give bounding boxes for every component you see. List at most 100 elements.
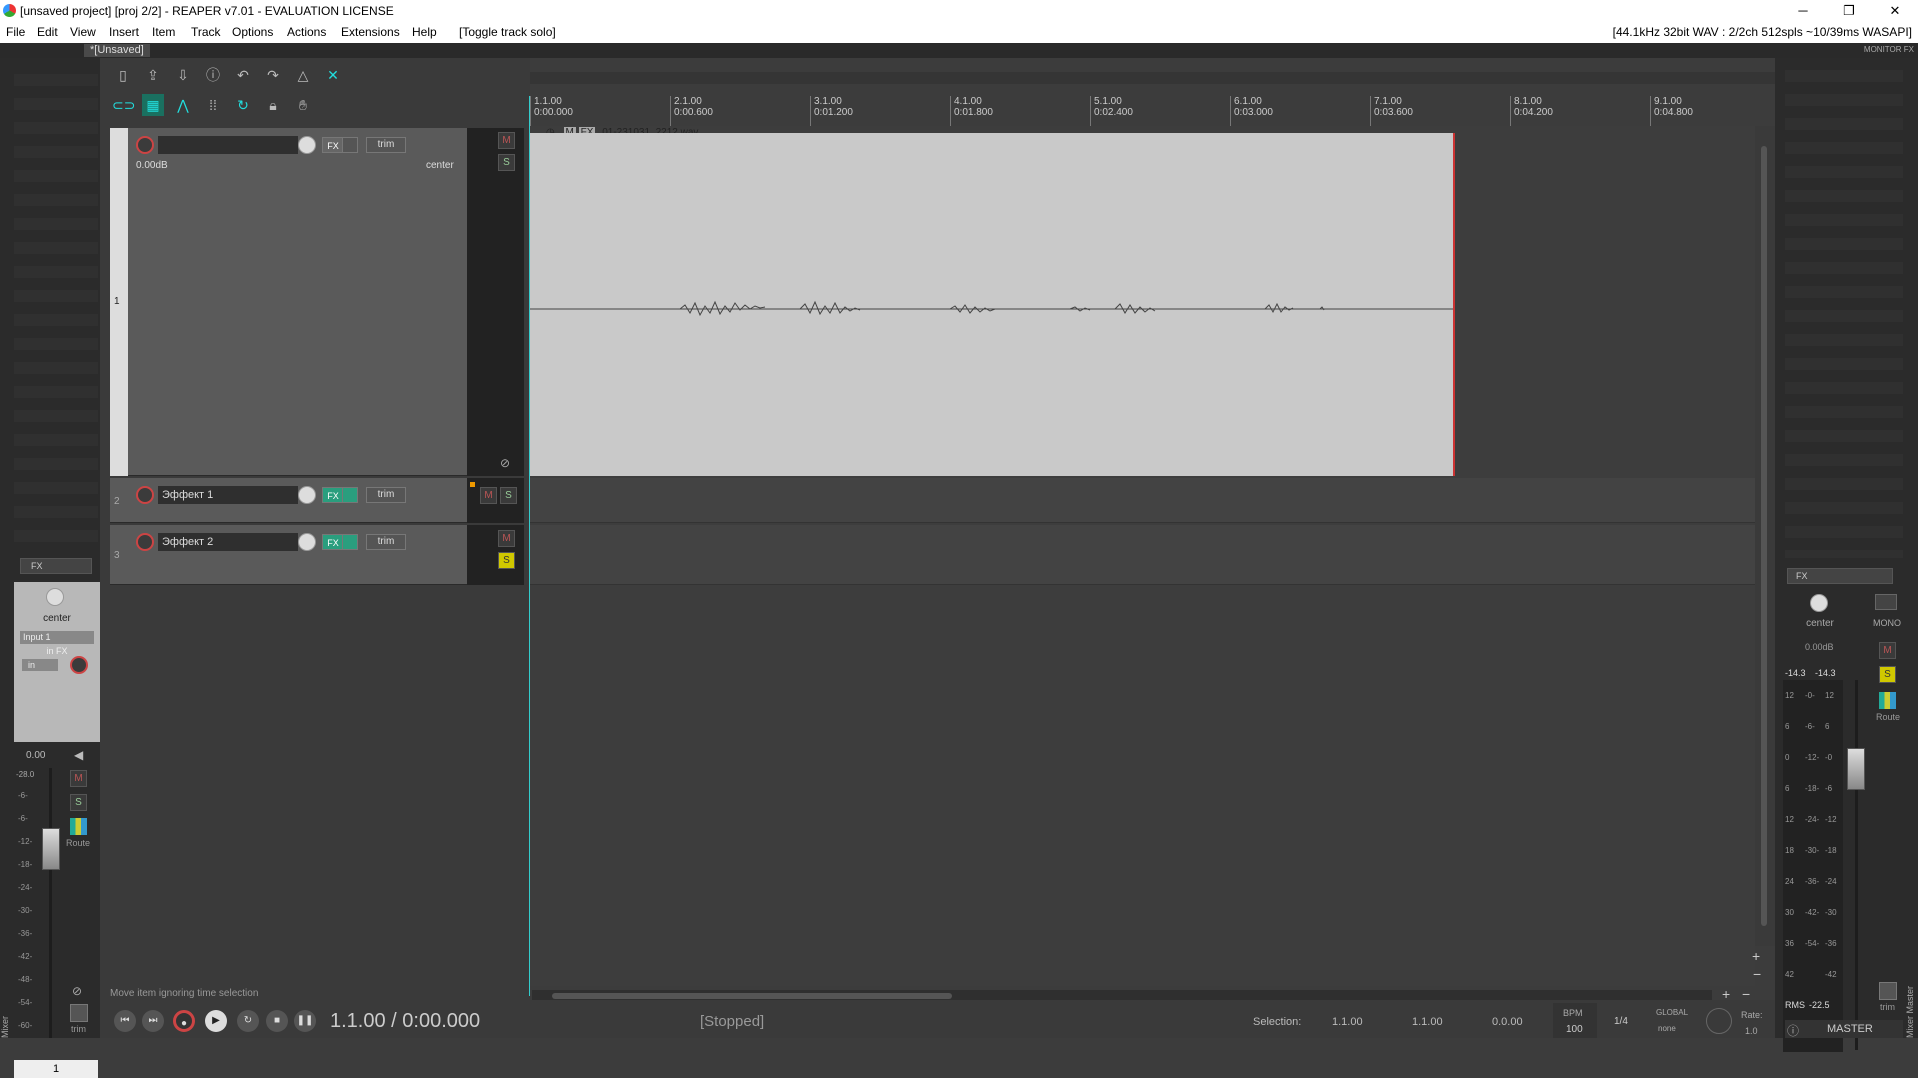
- rate-knob[interactable]: [1706, 1008, 1732, 1034]
- track-1-panel[interactable]: [110, 128, 467, 476]
- master-fader-handle[interactable]: [1847, 748, 1865, 790]
- menu-track[interactable]: Track: [191, 25, 221, 39]
- master-route-icon[interactable]: [1879, 692, 1896, 709]
- maximize-button[interactable]: ❐: [1826, 0, 1872, 22]
- selection-length[interactable]: 0.0.00: [1492, 1016, 1523, 1028]
- track-3-fx-button[interactable]: FX: [322, 534, 344, 550]
- vertical-scrollbar[interactable]: [1755, 126, 1775, 946]
- monitor-input-toggle[interactable]: in: [22, 659, 58, 671]
- global-automation-mode[interactable]: none: [1658, 1024, 1676, 1033]
- pause-icon[interactable]: ❚❚: [294, 1010, 316, 1032]
- track-2-record-arm[interactable]: [136, 486, 154, 504]
- stop-icon[interactable]: ■: [266, 1010, 288, 1032]
- track-1-name[interactable]: [158, 136, 298, 154]
- track-2-lane[interactable]: [529, 478, 1755, 523]
- pan-knob[interactable]: [46, 588, 64, 606]
- hand-icon[interactable]: ✋︎: [292, 94, 314, 116]
- trim-envelope-button[interactable]: [70, 1004, 88, 1022]
- track-2-solo[interactable]: S: [500, 487, 517, 504]
- track-2-trim-button[interactable]: trim: [366, 487, 406, 503]
- master-mixer-dock-label[interactable]: Mixer Master: [1905, 938, 1917, 1038]
- ruler-top-bar[interactable]: [530, 72, 1775, 84]
- horizontal-scrollbar-thumb[interactable]: [552, 993, 952, 999]
- track-1-trim-button[interactable]: trim: [366, 137, 406, 153]
- metronome-icon[interactable]: △: [292, 64, 314, 86]
- track-1-solo[interactable]: S: [498, 154, 515, 171]
- solo-button[interactable]: S: [70, 794, 87, 811]
- menu-file[interactable]: File: [6, 25, 25, 39]
- mixer-dock-label[interactable]: Mixer: [0, 938, 12, 1038]
- track-2-name[interactable]: Эффект 1: [158, 486, 298, 504]
- master-fx-slots[interactable]: [1785, 58, 1903, 558]
- new-project-icon[interactable]: ▯: [112, 64, 134, 86]
- menu-view[interactable]: View: [70, 25, 96, 39]
- rate-value[interactable]: 1.0: [1745, 1026, 1758, 1036]
- ripple-edit-icon[interactable]: ✕: [322, 64, 344, 86]
- track-number-box[interactable]: 1: [14, 1060, 98, 1078]
- envelope-points-icon[interactable]: ⋀: [172, 94, 194, 116]
- master-mono-icon[interactable]: [1875, 594, 1897, 610]
- track-3-lane[interactable]: [529, 525, 1755, 585]
- track-1-volume-knob[interactable]: [298, 136, 316, 154]
- selection-start[interactable]: 1.1.00: [1332, 1016, 1363, 1028]
- menu-item[interactable]: Item: [152, 25, 175, 39]
- track-3-solo[interactable]: S: [498, 552, 515, 569]
- menu-extensions[interactable]: Extensions: [341, 25, 400, 39]
- phase-invert-icon[interactable]: ⊘: [72, 984, 82, 998]
- input-select[interactable]: Input 1: [20, 631, 94, 644]
- track-3-record-arm[interactable]: [136, 533, 154, 551]
- minimize-button[interactable]: ─: [1780, 0, 1826, 22]
- redo-icon[interactable]: ↷: [262, 64, 284, 86]
- loop-icon[interactable]: ↻: [232, 94, 254, 116]
- speaker-icon[interactable]: ◀: [74, 748, 83, 762]
- track-3-name[interactable]: Эффект 2: [158, 533, 298, 551]
- close-button[interactable]: ✕: [1872, 0, 1918, 22]
- menu-insert[interactable]: Insert: [109, 25, 139, 39]
- zoom-in-vertical-icon[interactable]: +: [1752, 948, 1760, 964]
- master-trim-button[interactable]: [1879, 982, 1897, 1000]
- media-item-waveform[interactable]: [530, 133, 1455, 476]
- position-readout[interactable]: 1.1.00 / 0:00.000: [330, 1010, 480, 1033]
- track-1-fx-bypass[interactable]: [342, 137, 358, 153]
- track-2-volume-knob[interactable]: [298, 486, 316, 504]
- track-1-mute[interactable]: M: [498, 132, 515, 149]
- master-info-icon[interactable]: ⓘ: [1787, 1022, 1799, 1039]
- menu-help[interactable]: Help: [412, 25, 437, 39]
- project-info-icon[interactable]: ⓘ: [202, 64, 224, 86]
- menu-actions[interactable]: Actions: [287, 25, 326, 39]
- timeline-ruler[interactable]: 1.1.00 0:00.000 2.1.00 0:00.600 3.1.00 0:01…: [530, 96, 1770, 126]
- menu-toggle-track-solo[interactable]: [Toggle track solo]: [459, 25, 556, 39]
- bpm-value[interactable]: 100: [1566, 1024, 1583, 1035]
- master-pan-knob[interactable]: [1810, 594, 1828, 612]
- audio-device-info[interactable]: [44.1kHz 32bit WAV : 2/2ch 512spls ~10/3…: [1613, 25, 1912, 39]
- monitor-fx-button[interactable]: MONITOR FX: [1864, 45, 1914, 54]
- master-solo-button[interactable]: S: [1879, 666, 1896, 683]
- input-fx-label[interactable]: in FX: [14, 646, 100, 656]
- track-fx-button[interactable]: FX: [20, 558, 92, 574]
- record-arm-button[interactable]: [70, 656, 88, 674]
- route-icon[interactable]: [70, 818, 87, 835]
- selection-end[interactable]: 1.1.00: [1412, 1016, 1443, 1028]
- go-to-start-icon[interactable]: ⏮: [114, 1010, 136, 1032]
- track-2-fx-button[interactable]: FX: [322, 487, 344, 503]
- track-2-mute[interactable]: M: [480, 487, 497, 504]
- global-automation-label[interactable]: GLOBAL: [1656, 1008, 1688, 1017]
- track-3-mute[interactable]: M: [498, 530, 515, 547]
- track-1-fx-button[interactable]: FX: [322, 137, 344, 153]
- grid-lines-icon[interactable]: ⁞⁞: [202, 94, 224, 116]
- master-mute-button[interactable]: M: [1879, 642, 1896, 659]
- open-project-icon[interactable]: ⇪: [142, 64, 164, 86]
- menu-options[interactable]: Options: [232, 25, 273, 39]
- project-tab[interactable]: *[Unsaved]: [84, 44, 150, 57]
- track-3-volume-knob[interactable]: [298, 533, 316, 551]
- lock-icon[interactable]: 🔒︎: [262, 94, 284, 116]
- menu-edit[interactable]: Edit: [37, 25, 58, 39]
- master-fx-button[interactable]: FX: [1787, 568, 1893, 584]
- track-3-fx-bypass[interactable]: [342, 534, 358, 550]
- snap-grid-icon[interactable]: ▦: [142, 94, 164, 116]
- save-project-icon[interactable]: ⇩: [172, 64, 194, 86]
- track-1-phase-icon[interactable]: ⊘: [500, 456, 510, 470]
- track-1-record-arm[interactable]: [136, 136, 154, 154]
- track-3-trim-button[interactable]: trim: [366, 534, 406, 550]
- mute-button[interactable]: M: [70, 770, 87, 787]
